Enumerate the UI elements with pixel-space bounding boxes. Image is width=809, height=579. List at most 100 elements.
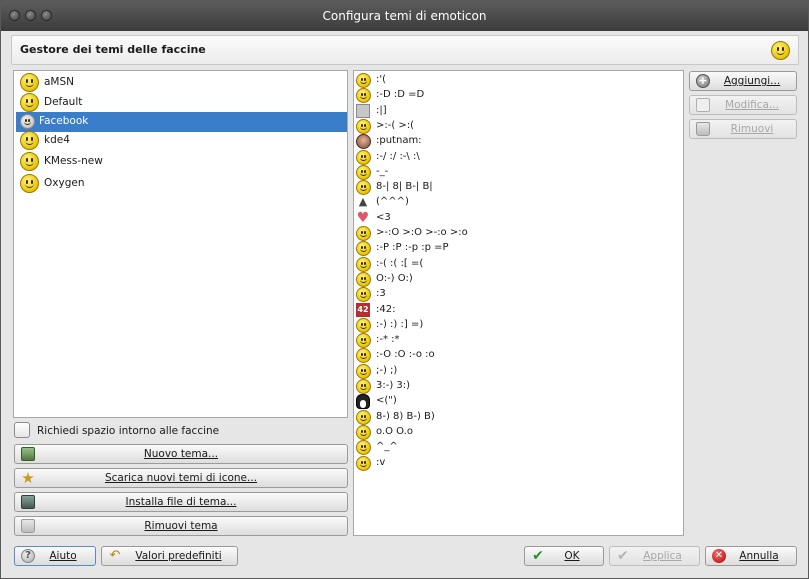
minimize-window-icon[interactable] <box>25 10 36 21</box>
emoticon-shortcut: ^_^ <box>376 441 398 453</box>
emoticon-row[interactable]: >-:O >:O >-:o >:o <box>356 226 681 241</box>
emoticon-row[interactable]: :-D :D =D <box>356 88 681 104</box>
putnam-icon <box>356 134 371 150</box>
help-button[interactable]: ? Aiuto <box>14 546 96 566</box>
ok-button[interactable]: ✔ OK <box>524 546 604 566</box>
emoticon-row[interactable]: 42:42: <box>356 302 681 318</box>
list-item-label: Oxygen <box>44 177 85 189</box>
list-item-facebook[interactable]: Facebook <box>16 112 347 132</box>
emoticon-row[interactable]: 8-) 8) B-) B) <box>356 409 681 425</box>
undo-icon: ↶ <box>109 548 121 563</box>
header-banner: Gestore dei temi delle faccine <box>11 35 799 65</box>
spacing-checkbox-label: Richiedi spazio intorno alle faccine <box>37 425 220 437</box>
tongue-icon <box>356 241 371 257</box>
trash-icon <box>21 519 35 533</box>
defaults-button[interactable]: ↶ Valori predefiniti <box>101 546 238 566</box>
emoticon-row[interactable]: :putnam: <box>356 134 681 150</box>
emoticon-row[interactable]: ^_^ <box>356 440 681 456</box>
emoticon-row[interactable]: o.O O.o <box>356 424 681 440</box>
squint-icon <box>356 164 371 180</box>
emoticon-row[interactable]: :-) :) :] =) <box>356 317 681 333</box>
smile-icon <box>356 317 371 333</box>
emoticon-shortcut: 3:-) 3:) <box>376 380 411 391</box>
list-item-label: Facebook <box>39 115 89 127</box>
new-theme-icon <box>21 447 35 461</box>
emoticon-row[interactable]: :-( :( :[ =( <box>356 256 681 272</box>
emoticon-row[interactable]: 8-| 8| B-| B| <box>356 180 681 196</box>
new-theme-button[interactable]: Nuovo tema... <box>14 444 348 464</box>
emoticon-shortcut: :v <box>376 456 386 468</box>
pacman-icon <box>356 455 371 471</box>
emoticon-shortcut: >-:O >:O >-:o >:o <box>376 227 468 238</box>
facebook-smiley-icon <box>20 114 35 129</box>
emoticon-shortcut: :-/ :/ :-\ :\ <box>376 150 420 162</box>
emoticon-shortcut: :'( <box>376 74 387 85</box>
shark-icon: ▲ <box>358 195 368 209</box>
emoticon-shortcut: :-( :( :[ =( <box>376 257 424 269</box>
emoticon-row[interactable]: 3:-) 3:) <box>356 379 681 394</box>
list-item-label: aMSN <box>44 76 75 88</box>
add-emoticon-button[interactable]: + Aggiungi... <box>689 71 797 91</box>
sunglasses-icon <box>356 180 371 196</box>
emoticon-list[interactable]: :'(:-D :D =D:|]>:-( >:(:putnam::-/ :/ :-… <box>353 70 684 536</box>
close-window-icon[interactable] <box>9 10 20 21</box>
maximize-window-icon[interactable] <box>41 10 52 21</box>
download-themes-button[interactable]: ★ Scarica nuovi temi di icone... <box>14 468 348 488</box>
surprised-icon <box>356 348 371 364</box>
wink-icon <box>356 363 371 379</box>
install-theme-file-button[interactable]: Installa file di tema... <box>14 492 348 512</box>
emoticon-shortcut: o.O O.o <box>376 425 413 437</box>
emoticon-row[interactable]: -_- <box>356 164 681 180</box>
emoticon-row[interactable]: ♥ <3 <box>356 211 681 226</box>
emoticon-row[interactable]: ;-) ;) <box>356 363 681 379</box>
edit-emoticon-button[interactable]: Modifica... <box>689 95 797 115</box>
dialog-window: Configura temi di emoticon Gestore dei t… <box>0 0 809 579</box>
list-item-kde4[interactable]: kde4 <box>16 131 347 151</box>
unsure-icon <box>356 149 371 165</box>
spacing-checkbox[interactable] <box>14 422 30 438</box>
emoticon-row[interactable]: <(") <box>356 394 681 410</box>
help-icon: ? <box>21 549 35 563</box>
apply-button[interactable]: ✔ Applica <box>609 546 700 566</box>
emoticon-row[interactable]: :-/ :/ :-\ :\ <box>356 149 681 165</box>
grin-icon <box>356 88 371 104</box>
angel-icon <box>356 271 371 287</box>
emoticon-row[interactable]: O:-) O:) <box>356 271 681 287</box>
emoticon-shortcut: :putnam: <box>376 135 422 147</box>
emoticon-row[interactable]: :3 <box>356 287 681 303</box>
cancel-button[interactable]: ✕ Annulla <box>705 546 797 566</box>
emoticon-row[interactable]: >:-( >:( <box>356 118 681 134</box>
emoticon-shortcut: :|] <box>376 104 387 116</box>
emoticon-row[interactable]: :-* :* <box>356 333 681 349</box>
emoticon-row[interactable]: :'( <box>356 73 681 88</box>
title-bar[interactable]: Configura temi di emoticon <box>1 1 808 31</box>
emoticon-row[interactable]: ▲ (^^^) <box>356 195 681 210</box>
remove-emoticon-button[interactable]: Rimuovi <box>689 119 797 139</box>
emoticon-shortcut: 8-) 8) B-) B) <box>376 410 435 422</box>
list-item-label: Default <box>44 96 83 108</box>
theme-list[interactable]: aMSN Default Facebook kde4 KMess-new Oxy… <box>13 70 348 418</box>
kiss-icon <box>356 333 371 349</box>
emoticon-shortcut: O:-) O:) <box>376 272 413 284</box>
penguin-icon <box>356 394 370 410</box>
emoticon-row[interactable]: :|] <box>356 103 681 119</box>
smiley-icon <box>20 93 39 112</box>
list-item-kmess-new[interactable]: KMess-new <box>16 152 347 172</box>
list-item-default[interactable]: Default <box>16 93 347 113</box>
emoticon-row[interactable]: :-P :P :-p :p =P <box>356 241 681 257</box>
sad-icon <box>356 256 371 272</box>
emoticon-row[interactable]: :v <box>356 455 681 471</box>
edit-icon <box>696 98 710 112</box>
list-item-amsn[interactable]: aMSN <box>16 73 347 93</box>
emoticon-row[interactable]: :-O :O :-o :o <box>356 348 681 364</box>
emoticon-shortcut: -_- <box>376 165 389 177</box>
emoticon-shortcut: :-* :* <box>376 334 400 346</box>
list-item-oxygen[interactable]: Oxygen <box>16 174 347 194</box>
robot-icon <box>356 103 370 118</box>
remove-theme-button[interactable]: Rimuovi tema <box>14 516 348 536</box>
emoticon-shortcut: ;-) ;) <box>376 364 398 376</box>
emoticon-shortcut: :-P :P :-p :p =P <box>376 242 449 254</box>
emoticon-shortcut: :-O :O :-o :o <box>376 349 435 361</box>
upset-icon <box>356 226 371 241</box>
emoticon-shortcut: <(") <box>376 395 397 407</box>
